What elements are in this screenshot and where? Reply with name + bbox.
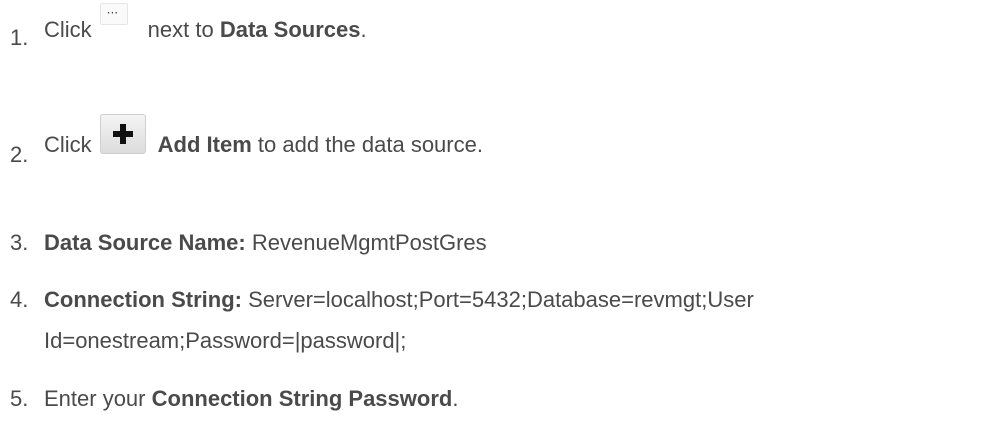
step-bold: Connection String Password [151, 386, 453, 411]
step-bold: Data Sources [219, 17, 361, 42]
step-number: 2. [10, 142, 29, 167]
step-suffix: . [360, 17, 367, 42]
step-bold: Add Item [157, 132, 252, 157]
step-middle: next to [147, 17, 214, 42]
step-suffix: RevenueMgmtPostGres [251, 230, 487, 255]
step-text: Enter your Connection String Password. [44, 384, 458, 414]
step-number: 4. [10, 287, 29, 312]
add-item-plus-icon [99, 114, 146, 154]
step-bold: Connection String: [44, 287, 242, 312]
step-text: Connection String: Server=localhost;Port… [44, 285, 754, 315]
step-text: Data Source Name: RevenueMgmtPostGres [44, 228, 487, 258]
step-bold: Data Source Name: [44, 230, 246, 255]
step-suffix: . [452, 386, 459, 411]
step-prefix: Click [44, 17, 92, 42]
step-prefix: Click [44, 132, 92, 157]
step-suffix: to add the data source. [257, 132, 483, 157]
step-number: 5. [10, 386, 29, 411]
step-suffix: Server=localhost;Port=5432;Database=revm… [248, 287, 754, 312]
step-number: 1. [10, 25, 29, 50]
step-prefix: Enter your [44, 386, 146, 411]
more-options-icon: ··· [99, 3, 128, 25]
step-text: Click ··· next to Data Sources. [44, 3, 367, 45]
step-continuation: Id=onestream;Password=|password|; [44, 328, 407, 353]
step-number: 3. [10, 230, 29, 255]
step-text: Click Add Item to add the data source. [44, 114, 483, 160]
